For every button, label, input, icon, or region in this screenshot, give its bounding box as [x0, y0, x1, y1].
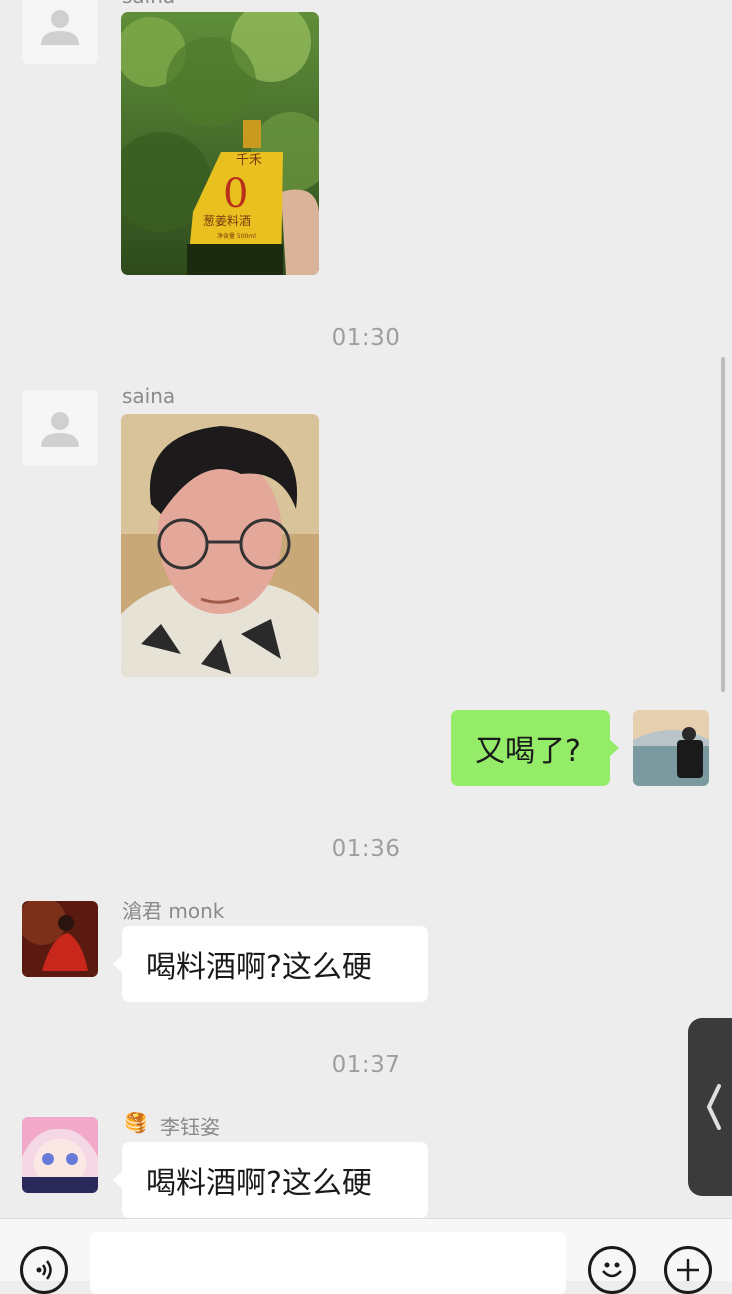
message-text: 喝料酒啊?这么硬: [146, 1166, 372, 1201]
chat-history[interactable]: saina 千禾 0 葱姜料酒 净含量 500ml 01:30: [0, 0, 732, 1218]
timestamp: 01:37: [331, 1052, 401, 1078]
timestamp: 01:36: [331, 836, 401, 862]
default-avatar-icon: [41, 412, 79, 447]
svg-text:0: 0: [223, 171, 248, 217]
timestamp: 01:30: [331, 325, 401, 351]
emoji-icon: [602, 1262, 622, 1278]
voice-button[interactable]: [20, 1246, 68, 1294]
chevron-left-icon: [706, 1084, 721, 1130]
side-panel-handle[interactable]: [688, 1018, 732, 1196]
selfie-photo: [121, 414, 319, 677]
image-message[interactable]: 千禾 0 葱姜料酒 净含量 500ml: [121, 12, 319, 275]
svg-text:葱姜料酒: 葱姜料酒: [203, 214, 251, 228]
avatar[interactable]: [22, 390, 98, 466]
avatar-photo: [22, 901, 98, 977]
svg-text:净含量 500ml: 净含量 500ml: [217, 232, 256, 240]
avatar[interactable]: [22, 1117, 98, 1193]
message-input[interactable]: [90, 1232, 566, 1294]
image-message[interactable]: [121, 414, 319, 677]
bottle-photo: 千禾 0 葱姜料酒 净含量 500ml: [121, 12, 319, 275]
scrollbar[interactable]: [721, 357, 725, 692]
own-message-bubble[interactable]: 又喝了?: [451, 710, 619, 786]
sender-name: 李钰姿: [160, 1115, 220, 1139]
message-text: 喝料酒啊?这么硬: [146, 950, 372, 985]
sender-badge-icon: 🥞: [124, 1112, 148, 1134]
sender-name: saina: [122, 0, 175, 8]
avatar[interactable]: [22, 901, 98, 977]
input-bar: [0, 1218, 732, 1294]
avatar-photo: [22, 1117, 98, 1193]
own-avatar[interactable]: [633, 710, 709, 786]
plus-button[interactable]: [664, 1246, 712, 1294]
default-avatar-icon: [41, 10, 79, 45]
sender-name: saina: [122, 384, 176, 408]
sender-name: 滄君 monk: [122, 899, 225, 923]
emoji-button[interactable]: [588, 1246, 636, 1294]
message-bubble[interactable]: 喝料酒啊?这么硬: [113, 926, 428, 1002]
svg-text:千禾: 千禾: [236, 153, 262, 168]
message-text: 又喝了?: [475, 734, 581, 769]
avatar-photo: [633, 710, 709, 786]
avatar[interactable]: [22, 0, 98, 64]
message-bubble[interactable]: 喝料酒啊?这么硬: [113, 1142, 428, 1218]
